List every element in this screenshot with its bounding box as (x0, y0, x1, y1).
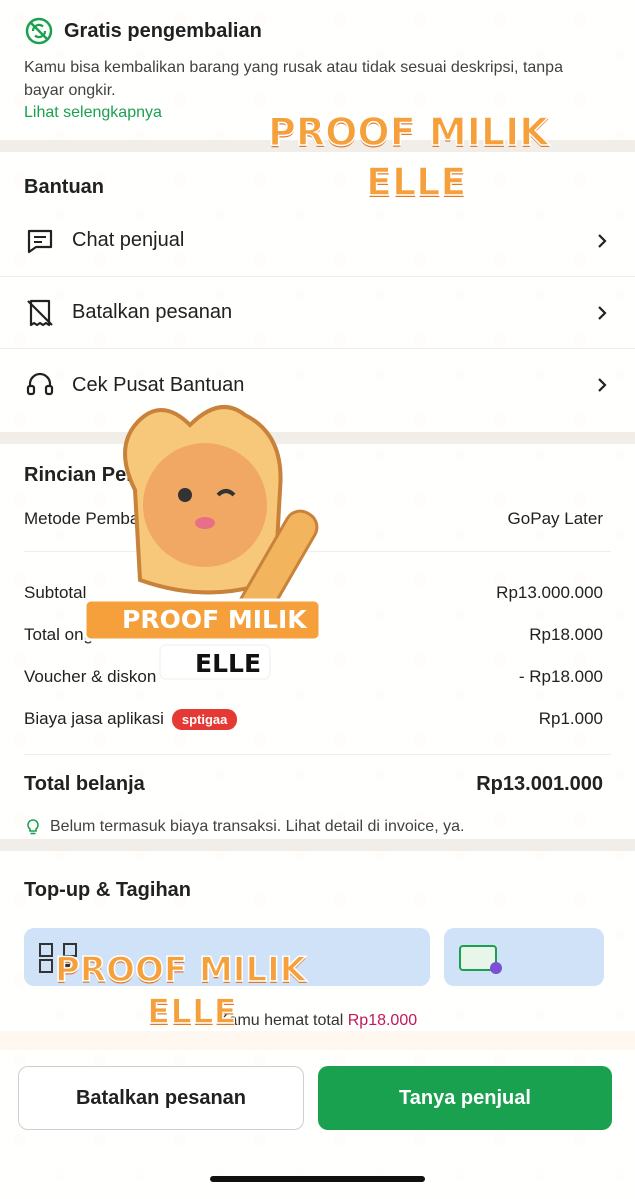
row-value: Rp18.000 (529, 625, 603, 644)
help-item-label: Chat penjual (72, 229, 185, 251)
headset-icon (26, 372, 54, 396)
watermark-text: ELLE (146, 991, 237, 1033)
bill-icon (459, 945, 502, 974)
row-label: Subtotal (24, 583, 87, 602)
help-item-label: Cek Pusat Bantuan (72, 373, 245, 396)
row-label: Biaya jasa aplikasi (24, 708, 164, 728)
watermark-text: PROOF MILIK (267, 109, 549, 155)
topup-title: Top-up & Tagihan (24, 879, 192, 901)
payment-method-value: GoPay Later (507, 509, 603, 528)
home-indicator (210, 1176, 425, 1182)
row-value: Rp1.000 (538, 709, 603, 728)
lightbulb-icon (27, 819, 39, 835)
help-item-chat-seller[interactable]: Chat penjual (0, 205, 635, 277)
help-item-cancel-order[interactable]: Batalkan pesanan (0, 277, 635, 349)
chat-icon (27, 229, 53, 253)
bottom-action-bar: Batalkan pesanan Tanya penjual (0, 1050, 635, 1199)
watermark-text: PROOF MILIK (122, 605, 307, 634)
cancel-receipt-icon (27, 299, 53, 326)
total-label: Total belanja (24, 773, 145, 795)
return-policy-description: Kamu bisa kembalikan barang yang rusak a… (24, 59, 563, 99)
watermark-text: ELLE (195, 649, 262, 678)
transaction-note: Belum termasuk biaya transaksi. Lihat de… (0, 818, 635, 836)
watermark-sticker: PROOF MILIK ELLE (54, 949, 345, 1033)
help-item-label: Batalkan pesanan (72, 301, 233, 323)
watermark-text: ELLE (365, 159, 467, 205)
watermark-sticker: PROOF MILIK ELLE (267, 109, 568, 205)
promo-badge: sptigaa (171, 708, 238, 730)
divider (0, 839, 635, 851)
watermark-text: PROOF MILIK (54, 949, 307, 991)
saving-amount: Rp18.000 (347, 1012, 418, 1029)
free-return-icon (25, 17, 53, 45)
chevron-right-icon (598, 305, 607, 320)
ask-seller-button[interactable]: Tanya penjual (318, 1066, 612, 1130)
row-value: Rp13.000.000 (496, 583, 603, 602)
cancel-order-button[interactable]: Batalkan pesanan (18, 1066, 304, 1130)
topup-card[interactable] (444, 928, 604, 986)
cat-sticker: PROOF MILIK ELLE (80, 395, 350, 685)
service-fee-row: Biaya jasa aplikasi sptigaa Rp1.000 (0, 698, 635, 740)
divider (24, 754, 611, 755)
transaction-note-text: Belum termasuk biaya transaksi. Lihat de… (50, 818, 465, 835)
chevron-right-icon (598, 233, 607, 248)
total-row: Total belanja Rp13.001.000 (0, 773, 635, 796)
return-policy-title: Gratis pengembalian (64, 19, 262, 42)
row-value: - Rp18.000 (518, 667, 603, 686)
cat-bread-icon (83, 405, 322, 680)
chevron-right-icon (598, 378, 607, 392)
total-value: Rp13.001.000 (476, 773, 603, 795)
